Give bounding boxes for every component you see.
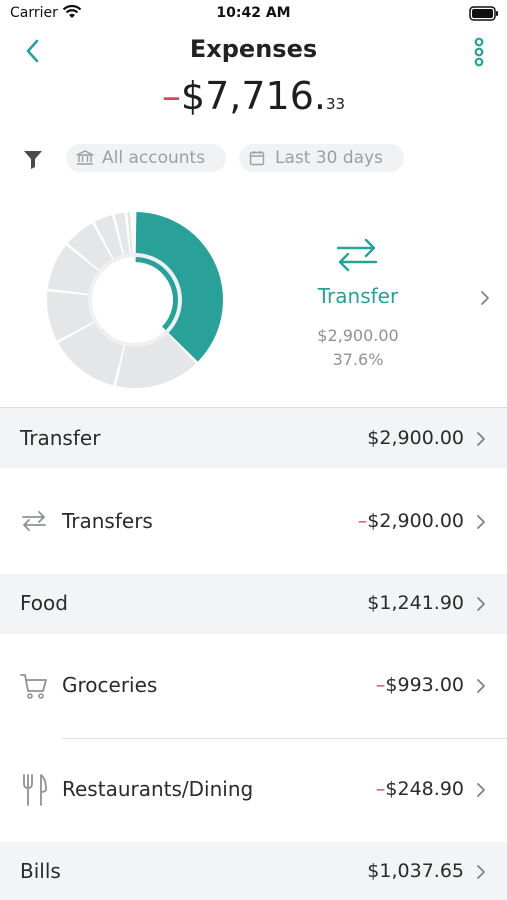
category-name: Transfer [20,426,101,450]
date-range-chip[interactable]: Last 30 days [239,144,404,172]
item-amount-value: $993.00 [385,674,464,696]
item-row-groceries[interactable]: Groceries –$993.00 [0,634,507,738]
category-name: Food [20,591,68,615]
selected-category-percent: 37.6% [332,350,384,369]
battery-icon [469,6,499,25]
category-amount: $1,241.90 [367,592,464,614]
more-vertical-icon [474,37,484,67]
filter-icon[interactable] [22,148,44,170]
category-row-bills[interactable]: Bills $1,037.65 [0,842,507,900]
cart-icon [20,672,48,704]
chevron-right-icon [477,432,485,446]
item-amount-value: $248.90 [385,778,464,800]
more-options-button[interactable] [467,36,491,68]
selected-category-name[interactable]: Transfer [258,284,458,308]
chevron-right-icon [477,515,485,529]
donut-inner-ring [88,253,182,347]
calendar-icon [249,151,265,166]
item-amount-value: $2,900.00 [367,510,464,532]
item-name: Transfers [62,509,153,533]
status-time: 10:42 AM [216,5,291,21]
category-name: Bills [20,859,61,883]
category-amount: $2,900.00 [367,427,464,449]
donut-slice-9[interactable] [133,212,135,256]
transfer-arrows-icon [333,237,381,273]
minus-sign: – [375,674,386,696]
chevron-right-icon [477,783,485,797]
category-row-food[interactable]: Food $1,241.90 [0,574,507,634]
date-range-label: Last 30 days [275,148,383,168]
chevron-right-icon [477,597,485,611]
chevron-right-icon [481,291,489,305]
minus-sign: – [375,778,386,800]
selected-category-chevron[interactable] [478,289,492,307]
category-amount: $1,037.65 [367,860,464,882]
total-cents: 33 [325,95,346,113]
item-name: Restaurants/Dining [62,777,254,801]
expense-donut-chart[interactable] [40,205,230,395]
item-amount: –$993.00 [376,674,464,696]
selected-category-amount: $2,900.00 [317,326,399,345]
chevron-right-icon [477,679,485,693]
fork-knife-icon [20,773,48,811]
item-row-transfers[interactable]: Transfers –$2,900.00 [0,468,507,574]
total-amount: –$7,716.33 [0,74,507,118]
page-title: Expenses [189,35,318,63]
accounts-filter-label: All accounts [102,148,206,168]
accounts-filter-chip[interactable]: All accounts [66,144,226,172]
category-row-transfer[interactable]: Transfer $2,900.00 [0,408,507,468]
total-sign: – [161,74,181,118]
chevron-right-icon [477,865,485,879]
status-bar: Carrier 10:42 AM [0,0,507,30]
minus-sign: – [357,510,368,532]
total-main: $7,716. [180,74,326,118]
bank-icon [76,150,94,165]
item-name: Groceries [62,673,158,697]
item-amount: –$248.90 [376,778,464,800]
item-amount: –$2,900.00 [358,510,464,532]
item-row-restaurants[interactable]: Restaurants/Dining –$248.90 [0,739,507,842]
transfer-arrows-icon [20,510,48,536]
